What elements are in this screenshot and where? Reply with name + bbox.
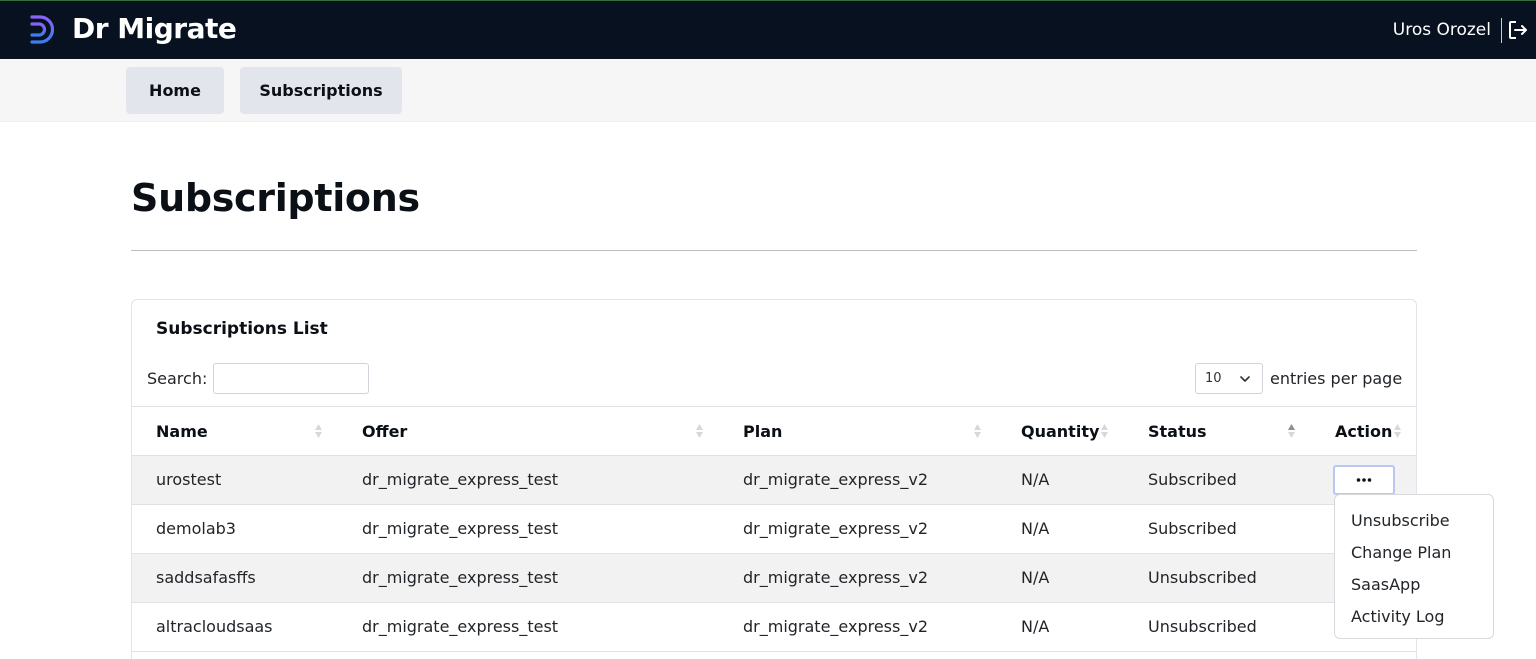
cell-plan: dr_migrate_express_v2 [743, 519, 928, 538]
cell-quantity: N/A [1021, 568, 1050, 587]
cell-plan: dr_migrate_express_v2 [743, 617, 928, 636]
sort-arrows-icon[interactable] [1393, 421, 1402, 441]
page-title: Subscriptions [131, 176, 420, 220]
menu-item-saasapp[interactable]: SaasApp [1335, 568, 1493, 600]
cell-offer: dr_migrate_express_test [362, 568, 559, 587]
entries-per-page-select[interactable]: 10 [1195, 363, 1263, 394]
table-row: saddsafasffs dr_migrate_express_test dr_… [132, 554, 1416, 603]
cell-offer: dr_migrate_express_test [362, 519, 559, 538]
nav-bar: Home Subscriptions [0, 59, 1536, 122]
entries-per-page-label: entries per page [1270, 369, 1403, 388]
table-row: urostest dr_migrate_express_test dr_migr… [132, 456, 1416, 505]
cell-offer: dr_migrate_express_test [362, 470, 559, 489]
dr-migrate-logo-icon [30, 15, 54, 44]
nav-subscriptions-button[interactable]: Subscriptions [240, 67, 402, 114]
cell-status: Unsubscribed [1148, 617, 1257, 636]
column-header-quantity[interactable]: Quantity [1021, 422, 1099, 441]
table-row: demolab3 dr_migrate_express_test dr_migr… [132, 505, 1416, 554]
brand-name: Dr Migrate [72, 12, 237, 45]
row-actions-button[interactable] [1333, 465, 1395, 495]
nav-home-button[interactable]: Home [126, 67, 224, 114]
sort-arrows-icon[interactable] [695, 421, 704, 441]
cell-quantity: N/A [1021, 617, 1050, 636]
sort-ascending-icon[interactable] [1287, 421, 1296, 441]
column-header-offer[interactable]: Offer [362, 422, 407, 441]
cell-status: Unsubscribed [1148, 568, 1257, 587]
sort-arrows-icon[interactable] [314, 421, 323, 441]
cell-name: urostest [156, 470, 222, 489]
search-input[interactable] [213, 363, 369, 394]
row-actions-menu: Unsubscribe Change Plan SaasApp Activity… [1334, 494, 1494, 639]
menu-item-activity-log[interactable]: Activity Log [1335, 600, 1493, 632]
cell-name: saddsafasffs [156, 568, 256, 587]
logout-icon[interactable] [1507, 19, 1529, 41]
column-header-plan[interactable]: Plan [743, 422, 782, 441]
cell-name: altracloudsaas [156, 617, 273, 636]
cell-quantity: N/A [1021, 470, 1050, 489]
cell-offer: dr_migrate_express_test [362, 617, 559, 636]
cell-status: Subscribed [1148, 470, 1237, 489]
sort-arrows-icon[interactable] [1100, 421, 1109, 441]
table-row: altracloudsaas dr_migrate_express_test d… [132, 603, 1416, 652]
menu-item-unsubscribe[interactable]: Unsubscribe [1335, 504, 1493, 536]
cell-status: Subscribed [1148, 519, 1237, 538]
entries-per-page-value: 10 [1205, 371, 1222, 386]
cell-plan: dr_migrate_express_v2 [743, 470, 928, 489]
cell-plan: dr_migrate_express_v2 [743, 568, 928, 587]
user-divider [1501, 18, 1502, 43]
search-label: Search: [147, 369, 208, 388]
menu-item-change-plan[interactable]: Change Plan [1335, 536, 1493, 568]
sort-arrows-icon[interactable] [973, 421, 982, 441]
column-header-action[interactable]: Action [1335, 422, 1392, 441]
user-name[interactable]: Uros Orozel [1393, 20, 1491, 40]
card-title: Subscriptions List [156, 319, 328, 339]
cell-name: demolab3 [156, 519, 236, 538]
top-bar: Dr Migrate Uros Orozel [0, 0, 1536, 59]
chevron-down-icon [1240, 376, 1250, 382]
title-divider [131, 250, 1417, 251]
subscriptions-card: Subscriptions List Search: 10 entries pe… [131, 299, 1417, 659]
cell-quantity: N/A [1021, 519, 1050, 538]
table-header: Name Offer Plan Quantity Status Action [132, 406, 1416, 456]
column-header-name[interactable]: Name [156, 422, 208, 441]
column-header-status[interactable]: Status [1148, 422, 1207, 441]
ellipsis-icon [1356, 478, 1372, 482]
